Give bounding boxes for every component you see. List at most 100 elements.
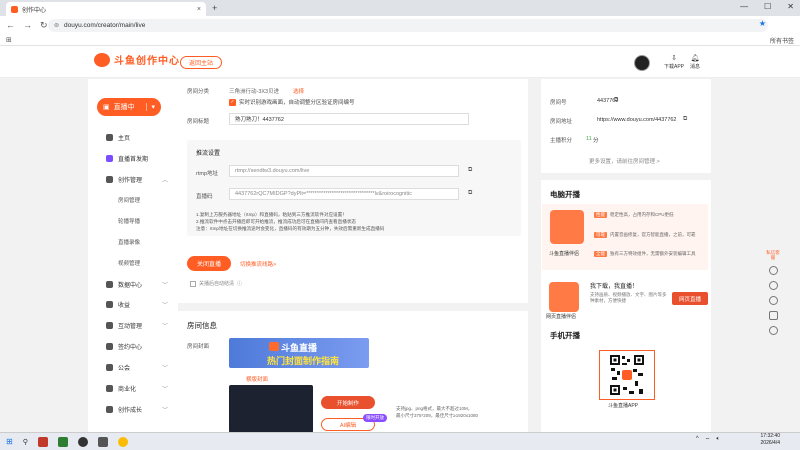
stream-settings-title: 推流设置 xyxy=(196,151,221,157)
avatar[interactable] xyxy=(634,55,650,71)
chevron-up-icon[interactable]: ^ xyxy=(696,436,699,444)
sidebar-subitem-recordings[interactable]: 直播录像 xyxy=(118,238,140,246)
site-info-icon[interactable]: ⊜ xyxy=(54,22,59,29)
rtmp-label: rtmp地址 xyxy=(196,171,219,177)
close-window-icon[interactable]: ✕ xyxy=(787,2,794,11)
switch-line-link[interactable]: 切换推流线路> xyxy=(240,260,276,268)
close-tab-icon[interactable]: × xyxy=(197,6,201,13)
rtmp-address-field[interactable]: rtmp://sendtw3.douyu.com/live xyxy=(229,165,459,177)
note-line: 2.推流软件中点击开播后即可开始推流，推流成功后可在直播间内查看直播状态 xyxy=(196,219,357,224)
sidebar-subitem-room[interactable]: 房间管理 xyxy=(118,196,140,204)
back-icon[interactable]: ← xyxy=(6,20,15,30)
room-title-input[interactable]: 熟刀熟刀！4437762 xyxy=(229,113,469,125)
cover-guide-banner[interactable]: 斗鱼直播 热门封面制作指南 xyxy=(229,338,369,368)
growth-icon xyxy=(106,406,113,413)
room-url-value: https://www.douyu.com/4437762 xyxy=(597,117,677,123)
qr-label: 斗鱼直播APP xyxy=(608,403,639,409)
app-icon-terminal[interactable] xyxy=(97,436,108,447)
sidebar-item-first-period[interactable]: 直播首发期 xyxy=(106,154,168,163)
close-live-button[interactable]: 关闭直播 xyxy=(187,256,231,271)
start-make-button[interactable]: 开始制作 xyxy=(321,396,375,409)
checkbox-unchecked-icon[interactable] xyxy=(190,280,196,287)
section-divider xyxy=(178,303,528,311)
web-companion-title: 我下载，我直播！ xyxy=(590,284,639,290)
top-icon[interactable] xyxy=(768,326,778,335)
feature-text: 独有三方特效组件，无需额外安装编辑工具 xyxy=(610,251,696,256)
network-icon[interactable]: ⌔ xyxy=(705,436,711,444)
search-icon[interactable]: ⚲ xyxy=(23,438,28,446)
checkbox-checked-icon[interactable]: ✓ xyxy=(229,98,236,106)
sidebar-subitem-carousel[interactable]: 轮播导播 xyxy=(118,217,140,225)
bookmark-star-icon[interactable]: ★ xyxy=(759,19,766,28)
forward-icon[interactable]: → xyxy=(23,20,32,30)
feature-text: 内置音画修复，官方智能直播，之前，可靠 xyxy=(610,232,696,237)
web-live-button[interactable]: 网页直播 xyxy=(672,292,708,305)
copy-icon[interactable]: ⧉ xyxy=(683,116,687,123)
douyu-mascot-icon xyxy=(94,52,110,67)
stream-key-field[interactable]: 4437762rQC7MIDGP?dyPlt=*****************… xyxy=(229,188,459,200)
reload-icon[interactable]: ↻ xyxy=(40,20,48,31)
pc-card-label: 斗鱼直播伴侣 xyxy=(549,251,580,257)
app-icon-adobe[interactable] xyxy=(37,436,48,447)
qr-code-image xyxy=(609,354,645,396)
maximize-icon[interactable]: ☐ xyxy=(764,2,771,11)
cover-thumbnail[interactable] xyxy=(229,385,313,433)
sidebar-item-creation[interactable]: 创作管理 ︿ xyxy=(106,175,168,184)
room-info-title: 房间信息 xyxy=(187,321,217,330)
monitor-icon[interactable] xyxy=(768,311,778,320)
contract-icon xyxy=(106,343,113,350)
sidebar-item-label: 商业化 xyxy=(118,387,137,393)
banner-line2: 热门封面制作指南 xyxy=(267,356,340,366)
help-icon[interactable] xyxy=(768,281,778,290)
volume-icon[interactable]: 🔈︎ xyxy=(716,436,720,444)
note-line: 1.复制上方服务器地址（rtmp）和直播码，粘贴到三方推流软件对应设置！ xyxy=(196,212,347,217)
sidebar-subitem-videos[interactable]: 视频管理 xyxy=(118,259,140,267)
messages-button[interactable]: 🔔︎ 消息 xyxy=(690,54,700,70)
live-status-button[interactable]: ▣ 直播中 ▾ xyxy=(97,98,161,116)
game-detect-checkbox[interactable]: ✓ 实时识别游戏画面，自动调整分区验证房间编号 xyxy=(229,98,355,106)
browser-tab[interactable]: 创作中心 × xyxy=(6,2,206,16)
stream-key-label: 直播码 xyxy=(196,194,213,200)
sidebar-item-growth[interactable]: 创作成长 ﹀ xyxy=(106,405,168,414)
sidebar-item-home[interactable]: 主页 xyxy=(106,133,168,142)
system-clock[interactable]: 17:32:40 2026/4/4 xyxy=(761,433,780,447)
sidebar-item-guild[interactable]: 公会 ﹀ xyxy=(106,363,168,372)
customer-service-link[interactable]: 私信客服 xyxy=(765,250,781,260)
chrome-icon[interactable] xyxy=(117,436,128,447)
auto-close-checkbox[interactable]: 关播后自动结清 ⓘ xyxy=(190,280,242,287)
sidebar-item-income[interactable]: 收益 ﹀ xyxy=(106,300,168,309)
messages-label: 消息 xyxy=(690,64,701,70)
sidebar-item-contract[interactable]: 签约中心 xyxy=(106,342,168,351)
app-icon-excel[interactable] xyxy=(57,436,68,447)
chat-icon[interactable] xyxy=(768,266,778,275)
sidebar-item-business[interactable]: 商业化 ﹀ xyxy=(106,384,168,393)
sidebar-item-label: 创作成长 xyxy=(118,408,143,414)
apps-grid-icon[interactable]: ⊞ xyxy=(6,36,12,44)
note-line: 注意：rtmp地址在切换推流途时会变化，直播码的有效期为五分钟，失效后需重新生成… xyxy=(196,226,385,231)
back-to-main-button[interactable]: 返回主站 xyxy=(180,56,222,69)
copy-icon[interactable]: ⧉ xyxy=(468,190,472,197)
game-detect-label: 实时识别游戏画面，自动调整分区验证房间编号 xyxy=(239,100,355,106)
address-bar[interactable]: ⊜ douyu.com/creator/main/live xyxy=(48,19,768,32)
window-controls: — ☐ ✕ xyxy=(740,2,794,11)
all-bookmarks[interactable]: 所有书签 xyxy=(770,36,794,45)
chevron-down-icon[interactable]: ▾ xyxy=(146,103,155,111)
minimize-icon[interactable]: — xyxy=(740,2,748,11)
windows-start-icon[interactable]: ⊞ xyxy=(6,437,13,446)
help-icon[interactable]: ⓘ xyxy=(237,280,242,287)
select-category-link[interactable]: 选择 xyxy=(293,87,304,95)
pc-feature-line: 全能 独有三方特效组件，无需额外安装编辑工具 xyxy=(594,251,704,257)
copy-icon[interactable]: ⧉ xyxy=(468,167,472,174)
download-app-button[interactable]: ⇩ 下载APP xyxy=(664,54,684,70)
new-tab-icon[interactable]: + xyxy=(212,3,217,13)
companion-mascot-icon xyxy=(550,210,584,244)
sidebar-item-data[interactable]: 数据中心 ﹀ xyxy=(106,280,168,289)
douyu-badge-icon xyxy=(269,342,279,351)
copy-icon[interactable]: ⧉ xyxy=(614,97,618,104)
tab-title: 创作中心 xyxy=(22,7,47,14)
sidebar-item-interaction[interactable]: 互动管理 ﹀ xyxy=(106,321,168,330)
app-icon-obs[interactable] xyxy=(77,436,88,447)
site-logo[interactable]: 斗鱼创作中心 xyxy=(94,52,180,67)
headset-icon[interactable] xyxy=(768,296,778,305)
more-settings-link[interactable]: 更多设置，请前往房间管理 > xyxy=(589,157,660,165)
